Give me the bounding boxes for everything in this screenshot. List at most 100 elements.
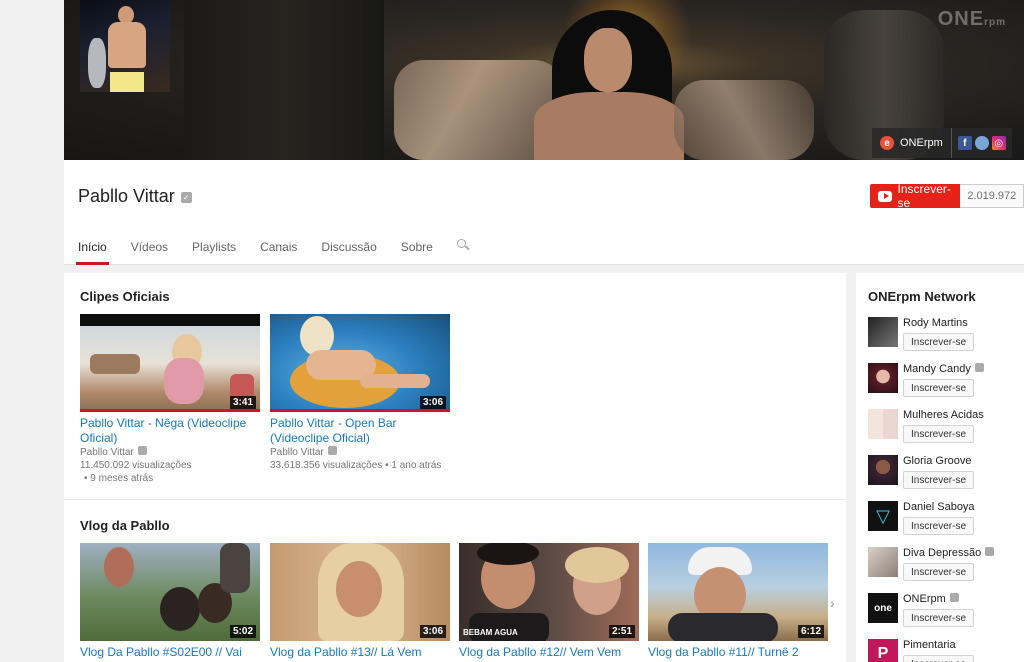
instagram-icon[interactable]: ◎ bbox=[991, 136, 1006, 150]
sidebar-channel-name[interactable]: Mulheres Acidas bbox=[903, 409, 984, 421]
tab-canais[interactable]: Canais bbox=[260, 240, 309, 265]
sidebar-channel: Gloria Groove Inscrever-se bbox=[868, 455, 1024, 495]
video-thumbnail[interactable]: 3:41 bbox=[80, 314, 260, 412]
avatar[interactable]: ▽ bbox=[868, 501, 898, 531]
video-duration: 2:51 bbox=[608, 625, 635, 638]
thumbnail-caption: BEBAM AGUA bbox=[463, 628, 518, 637]
sidebar-channel-name[interactable]: Daniel Saboya bbox=[903, 501, 975, 513]
sidebar-channel: Mulheres Acidas Inscrever-se bbox=[868, 409, 1024, 449]
avatar[interactable] bbox=[868, 317, 898, 347]
sidebar-title[interactable]: ONErpm Network bbox=[868, 289, 976, 304]
channel-avatar[interactable] bbox=[80, 0, 170, 92]
video-title[interactable]: Vlog da Pabllo #12// Vem Vem bbox=[459, 645, 639, 660]
video-item[interactable]: 3:06 Pabllo Vittar - Open Bar (Videoclip… bbox=[270, 314, 450, 472]
video-thumbnail[interactable]: 5:02 bbox=[80, 543, 260, 641]
sidebar-subscribe-button[interactable]: Inscrever-se bbox=[903, 609, 975, 627]
section-divider bbox=[64, 499, 846, 500]
sidebar-channel: Mandy Candy Inscrever-se bbox=[868, 363, 1024, 403]
sidebar-channel: one ONErpm Inscrever-se bbox=[868, 593, 1024, 633]
sidebar-subscribe-button[interactable]: Inscrever-se bbox=[903, 563, 975, 581]
facebook-icon[interactable]: f bbox=[957, 136, 972, 150]
video-views-age: 33.618.356 visualizações • 1 ano atrás bbox=[270, 460, 442, 471]
verified-icon: ✓ bbox=[180, 192, 192, 203]
sidebar-subscribe-button[interactable]: Inscrever-se bbox=[903, 471, 975, 489]
sidebar-channel-name[interactable]: Pimentaria bbox=[903, 639, 956, 651]
chevron-right-icon[interactable]: › bbox=[830, 595, 835, 611]
tab-playlists[interactable]: Playlists bbox=[192, 240, 248, 265]
section-title[interactable]: Clipes Oficiais bbox=[80, 289, 170, 304]
search-icon[interactable] bbox=[456, 239, 471, 253]
e-icon: e bbox=[880, 136, 894, 150]
globe-icon[interactable] bbox=[974, 136, 989, 150]
avatar[interactable]: P bbox=[868, 639, 898, 662]
sidebar-channel: Diva Depressão Inscrever-se bbox=[868, 547, 1024, 587]
sidebar-channel-name[interactable]: Mandy Candy bbox=[903, 363, 984, 375]
video-age: • 9 meses atrás bbox=[84, 473, 154, 484]
subscribe-button[interactable]: Inscrever-se bbox=[870, 182, 961, 210]
video-title[interactable]: Pabllo Vittar - Open Bar (Videoclipe Ofi… bbox=[270, 416, 450, 446]
sidebar-subscribe-button[interactable]: Inscrever-se bbox=[903, 517, 975, 535]
sidebar-channel: ▽ Daniel Saboya Inscrever-se bbox=[868, 501, 1024, 541]
video-item[interactable]: BEBAM AGUA 2:51 Vlog da Pabllo #12// Vem… bbox=[459, 543, 639, 660]
avatar[interactable] bbox=[868, 409, 898, 439]
video-item[interactable]: 3:41 Pabllo Vittar - Nêga (Videoclipe Of… bbox=[80, 314, 260, 485]
channel-title: Pabllo Vittar ✓ bbox=[78, 186, 192, 207]
related-channels-sidebar: ONErpm Network Rody Martins Inscrever-se… bbox=[856, 273, 1024, 662]
left-margin bbox=[0, 0, 64, 662]
avatar[interactable] bbox=[868, 363, 898, 393]
video-duration: 5:02 bbox=[229, 625, 256, 638]
verified-icon bbox=[137, 446, 147, 455]
channel-tabs: Início Vídeos Playlists Canais Discussão… bbox=[76, 239, 471, 265]
video-item[interactable]: 6:12 Vlog da Pabllo #11// Turnê 2 bbox=[648, 543, 828, 660]
youtube-play-icon bbox=[878, 190, 892, 202]
sidebar-channel: Rody Martins Inscrever-se bbox=[868, 317, 1024, 357]
verified-icon bbox=[985, 547, 995, 556]
sidebar-subscribe-button[interactable]: Inscrever-se bbox=[903, 379, 975, 397]
video-views: 11.450.092 visualizações bbox=[80, 460, 192, 471]
tab-sobre[interactable]: Sobre bbox=[401, 240, 445, 265]
avatar[interactable] bbox=[868, 547, 898, 577]
main-content: Clipes Oficiais 3:41 Pabllo Vittar - Nêg… bbox=[64, 273, 846, 662]
sidebar-channel: P Pimentaria Inscrever-se bbox=[868, 639, 1024, 662]
sidebar-subscribe-button[interactable]: Inscrever-se bbox=[903, 655, 975, 662]
video-title[interactable]: Pabllo Vittar - Nêga (Videoclipe Oficial… bbox=[80, 416, 260, 446]
section-title[interactable]: Vlog da Pabllo bbox=[80, 518, 170, 533]
video-duration: 6:12 bbox=[797, 625, 824, 638]
verified-icon bbox=[327, 446, 337, 455]
sidebar-channel-name[interactable]: Gloria Groove bbox=[903, 455, 971, 467]
sidebar-channel-name[interactable]: ONErpm bbox=[903, 593, 959, 605]
video-thumbnail[interactable]: 6:12 bbox=[648, 543, 828, 641]
banner-watermark: ONErpm bbox=[937, 8, 1006, 30]
video-title[interactable]: Vlog da Pabllo #13// Lá Vem bbox=[270, 645, 450, 660]
sidebar-subscribe-button[interactable]: Inscrever-se bbox=[903, 425, 975, 443]
verified-icon bbox=[974, 363, 984, 372]
video-title[interactable]: Vlog Da Pabllo #S02E00 // Vai bbox=[80, 645, 260, 660]
tab-discussao[interactable]: Discussão bbox=[321, 240, 388, 265]
subscriber-count: 2.019.972 bbox=[960, 184, 1024, 208]
sidebar-channel-name[interactable]: Rody Martins bbox=[903, 317, 968, 329]
avatar[interactable]: one bbox=[868, 593, 898, 623]
video-thumbnail[interactable]: 3:06 bbox=[270, 543, 450, 641]
video-duration: 3:06 bbox=[419, 625, 446, 638]
channel-header: Pabllo Vittar ✓ Inscrever-se 2.019.972 In… bbox=[64, 160, 1024, 265]
onerpm-link-label: ONErpm bbox=[900, 137, 943, 149]
sidebar-channel-name[interactable]: Diva Depressão bbox=[903, 547, 995, 559]
banner-links: e ONErpm f ◎ bbox=[872, 128, 1012, 158]
subscribe-group: Inscrever-se 2.019.972 bbox=[870, 182, 1024, 210]
video-duration: 3:06 bbox=[419, 396, 446, 409]
video-channel[interactable]: Pabllo Vittar bbox=[80, 446, 260, 459]
avatar[interactable] bbox=[868, 455, 898, 485]
sidebar-subscribe-button[interactable]: Inscrever-se bbox=[903, 333, 975, 351]
social-links: f ◎ bbox=[951, 128, 1012, 158]
video-duration: 3:41 bbox=[229, 396, 256, 409]
video-title[interactable]: Vlog da Pabllo #11// Turnê 2 bbox=[648, 645, 828, 660]
video-item[interactable]: 5:02 Vlog Da Pabllo #S02E00 // Vai bbox=[80, 543, 260, 660]
video-thumbnail[interactable]: 3:06 bbox=[270, 314, 450, 412]
video-channel[interactable]: Pabllo Vittar bbox=[270, 446, 450, 459]
video-thumbnail[interactable]: BEBAM AGUA 2:51 bbox=[459, 543, 639, 641]
onerpm-link[interactable]: e ONErpm bbox=[872, 128, 952, 158]
video-item[interactable]: 3:06 Vlog da Pabllo #13// Lá Vem bbox=[270, 543, 450, 660]
tab-videos[interactable]: Vídeos bbox=[131, 240, 180, 265]
verified-icon bbox=[949, 593, 959, 602]
tab-inicio[interactable]: Início bbox=[76, 240, 119, 265]
